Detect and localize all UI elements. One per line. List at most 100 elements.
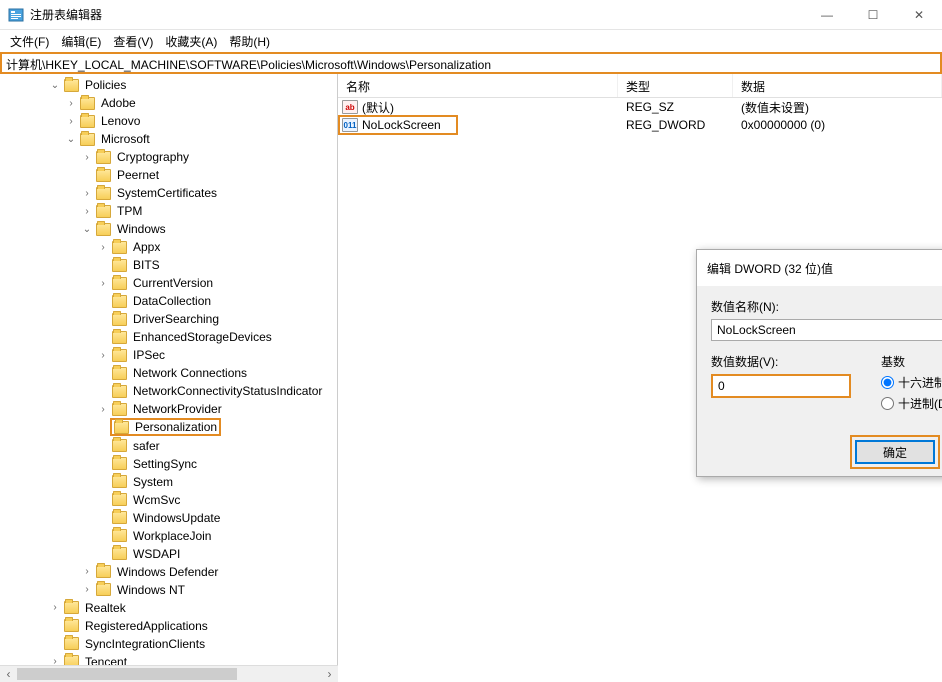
menu-view[interactable]: 查看(V) bbox=[107, 31, 159, 52]
tree-item[interactable]: Windows bbox=[0, 220, 337, 238]
tree-item-label: Network Connections bbox=[131, 366, 249, 380]
scroll-thumb[interactable] bbox=[17, 668, 237, 680]
tree-item[interactable]: Lenovo bbox=[0, 112, 337, 130]
dialog-titlebar[interactable]: 编辑 DWORD (32 位)值 ✕ bbox=[697, 250, 942, 286]
expander-icon[interactable] bbox=[96, 276, 110, 290]
tree-item[interactable]: Appx bbox=[0, 238, 337, 256]
tree-item[interactable]: SyncIntegrationClients bbox=[0, 635, 337, 653]
tree-hscrollbar[interactable]: ‹ › bbox=[0, 665, 338, 682]
list-row[interactable]: ab(默认)REG_SZ(数值未设置) bbox=[338, 98, 942, 116]
radix-dec-radio[interactable] bbox=[881, 397, 894, 410]
expander-icon[interactable] bbox=[64, 132, 78, 146]
address-bar[interactable]: 计算机\HKEY_LOCAL_MACHINE\SOFTWARE\Policies… bbox=[0, 52, 942, 74]
expander-icon[interactable] bbox=[96, 402, 110, 416]
tree-item[interactable]: Microsoft bbox=[0, 130, 337, 148]
folder-icon bbox=[112, 439, 127, 452]
tree-item[interactable]: NetworkProvider bbox=[0, 400, 337, 418]
tree-item[interactable]: SettingSync bbox=[0, 455, 337, 473]
tree-item[interactable]: TPM bbox=[0, 202, 337, 220]
tree-item-label: WSDAPI bbox=[131, 547, 182, 561]
value-name-input[interactable] bbox=[711, 319, 942, 341]
tree-item[interactable]: EnhancedStorageDevices bbox=[0, 328, 337, 346]
radix-hex-option[interactable]: 十六进制(H) bbox=[881, 374, 942, 391]
tree-item[interactable]: WSDAPI bbox=[0, 545, 337, 563]
menu-favorites[interactable]: 收藏夹(A) bbox=[159, 31, 223, 52]
expander-icon[interactable] bbox=[48, 601, 62, 615]
tree-item[interactable]: Peernet bbox=[0, 166, 337, 184]
radix-dec-option[interactable]: 十进制(D) bbox=[881, 395, 942, 412]
menu-help[interactable]: 帮助(H) bbox=[223, 31, 276, 52]
minimize-button[interactable]: — bbox=[804, 0, 850, 30]
tree-item-label: Windows Defender bbox=[115, 565, 220, 579]
tree-item-label: System bbox=[131, 475, 175, 489]
tree-item[interactable]: RegisteredApplications bbox=[0, 617, 337, 635]
folder-icon bbox=[96, 187, 111, 200]
expander-icon[interactable] bbox=[80, 565, 94, 579]
tree-item[interactable]: Adobe bbox=[0, 94, 337, 112]
menu-file[interactable]: 文件(F) bbox=[4, 31, 55, 52]
expander-icon[interactable] bbox=[80, 186, 94, 200]
tree-item[interactable]: WindowsUpdate bbox=[0, 509, 337, 527]
tree-item[interactable]: Network Connections bbox=[0, 364, 337, 382]
tree-item[interactable]: NetworkConnectivityStatusIndicator bbox=[0, 382, 337, 400]
tree-item[interactable]: System bbox=[0, 473, 337, 491]
expander-icon[interactable] bbox=[48, 78, 62, 92]
folder-icon bbox=[112, 277, 127, 290]
value-type: REG_DWORD bbox=[618, 118, 733, 132]
list-row[interactable]: 011NoLockScreenREG_DWORD0x00000000 (0) bbox=[338, 116, 942, 134]
ok-button[interactable]: 确定 bbox=[855, 440, 935, 464]
expander-icon[interactable] bbox=[80, 150, 94, 164]
tree-item[interactable]: Realtek bbox=[0, 599, 337, 617]
tree-item-label: RegisteredApplications bbox=[83, 619, 210, 633]
tree-item[interactable]: DataCollection bbox=[0, 292, 337, 310]
value-data: 0x00000000 (0) bbox=[733, 118, 942, 132]
tree-item[interactable]: WcmSvc bbox=[0, 491, 337, 509]
tree-item-label: WcmSvc bbox=[131, 493, 182, 507]
tree-item[interactable]: BITS bbox=[0, 256, 337, 274]
tree-item-label: WindowsUpdate bbox=[131, 511, 222, 525]
expander-icon[interactable] bbox=[80, 222, 94, 236]
tree-item[interactable]: Windows NT bbox=[0, 581, 337, 599]
menu-edit[interactable]: 编辑(E) bbox=[55, 31, 107, 52]
expander-icon[interactable] bbox=[64, 114, 78, 128]
expander-icon[interactable] bbox=[96, 240, 110, 254]
value-type: REG_SZ bbox=[618, 100, 733, 114]
maximize-button[interactable]: ☐ bbox=[850, 0, 896, 30]
tree-item[interactable]: Cryptography bbox=[0, 148, 337, 166]
tree-item[interactable]: CurrentVersion bbox=[0, 274, 337, 292]
radix-hex-radio[interactable] bbox=[881, 376, 894, 389]
expander-icon[interactable] bbox=[80, 204, 94, 218]
tree-item[interactable]: Windows Defender bbox=[0, 563, 337, 581]
folder-icon bbox=[96, 169, 111, 182]
tree-item[interactable]: SystemCertificates bbox=[0, 184, 337, 202]
expander-icon[interactable] bbox=[80, 583, 94, 597]
tree-item[interactable]: safer bbox=[0, 437, 337, 455]
tree-item[interactable]: IPSec bbox=[0, 346, 337, 364]
value-data-input[interactable] bbox=[711, 374, 851, 398]
scroll-track[interactable] bbox=[237, 666, 321, 682]
expander-icon[interactable] bbox=[96, 348, 110, 362]
folder-icon bbox=[80, 115, 95, 128]
list-body: ab(默认)REG_SZ(数值未设置)011NoLockScreenREG_DW… bbox=[338, 98, 942, 134]
tree-item[interactable]: Policies bbox=[0, 76, 337, 94]
tree-item-label: Windows NT bbox=[115, 583, 187, 597]
scroll-right-icon[interactable]: › bbox=[321, 666, 338, 682]
folder-icon bbox=[112, 349, 127, 362]
close-button[interactable]: ✕ bbox=[896, 0, 942, 30]
expander-icon[interactable] bbox=[64, 96, 78, 110]
col-name-header[interactable]: 名称 bbox=[338, 74, 618, 97]
col-data-header[interactable]: 数据 bbox=[733, 74, 942, 97]
folder-icon bbox=[80, 97, 95, 110]
value-name: (默认) bbox=[362, 99, 394, 116]
scroll-left-icon[interactable]: ‹ bbox=[0, 666, 17, 682]
col-type-header[interactable]: 类型 bbox=[618, 74, 733, 97]
tree-item-label: Personalization bbox=[133, 420, 219, 434]
folder-icon bbox=[112, 457, 127, 470]
tree-item[interactable]: DriverSearching bbox=[0, 310, 337, 328]
tree-pane[interactable]: PoliciesAdobeLenovoMicrosoftCryptography… bbox=[0, 74, 338, 682]
tree-item[interactable]: WorkplaceJoin bbox=[0, 527, 337, 545]
value-name-label: 数值名称(N): bbox=[711, 298, 942, 315]
tree-item[interactable]: Personalization bbox=[110, 418, 221, 436]
folder-icon bbox=[64, 619, 79, 632]
radix-label: 基数 bbox=[881, 353, 942, 370]
